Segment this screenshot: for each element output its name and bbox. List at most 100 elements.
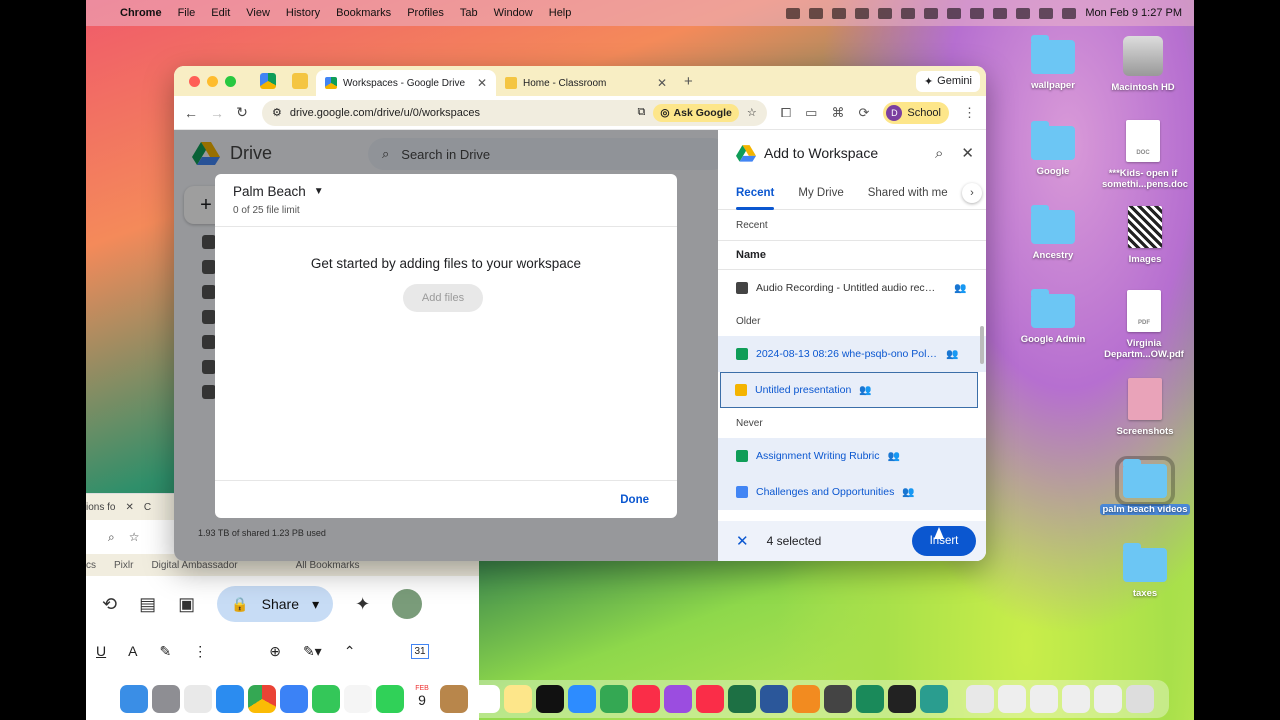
bookmark-star-icon[interactable]: ☆ xyxy=(129,530,140,544)
reading-mode-icon[interactable]: ▭ xyxy=(805,105,817,121)
tab-shared-with-me[interactable]: Shared with me xyxy=(868,187,948,199)
chevron-down-icon[interactable]: ▾ xyxy=(312,596,319,613)
clear-selection-icon[interactable]: ✕ xyxy=(736,532,749,550)
install-app-icon[interactable]: ⧉ xyxy=(637,106,645,119)
zoom-window-button[interactable] xyxy=(225,75,236,87)
menu-tab[interactable]: Tab xyxy=(452,7,486,19)
volume-icon[interactable] xyxy=(901,7,916,19)
notes-icon[interactable] xyxy=(504,685,532,713)
recent-chrome-app-icon[interactable] xyxy=(1062,685,1090,713)
add-files-button[interactable]: Add files xyxy=(403,284,483,312)
tab-workspaces[interactable]: Workspaces - Google Drive ✕ xyxy=(316,70,496,96)
menu-file[interactable]: File xyxy=(170,7,204,19)
close-icon[interactable]: ✕ xyxy=(657,76,667,90)
tab-my-drive[interactable]: My Drive xyxy=(798,187,843,199)
focus-moon-icon[interactable] xyxy=(924,7,939,19)
trash-icon[interactable] xyxy=(1126,685,1154,713)
facetime-icon[interactable] xyxy=(376,685,404,713)
meet-icon[interactable]: ▣ xyxy=(178,594,195,615)
close-window-button[interactable] xyxy=(189,75,200,87)
screen-mirror-icon[interactable] xyxy=(878,7,893,19)
gemini-button[interactable]: ✦ Gemini xyxy=(915,70,980,92)
minimize-window-button[interactable] xyxy=(207,75,218,87)
screen-app-icon[interactable] xyxy=(920,685,948,713)
tab-classroom[interactable]: Home - Classroom ✕ xyxy=(496,70,676,96)
bookmark-pixlr[interactable]: Pixlr xyxy=(114,560,133,571)
edit-mode-icon[interactable]: ✎▾ xyxy=(303,643,322,660)
desktop-folder-google[interactable]: Google xyxy=(1018,121,1088,177)
photos-icon[interactable] xyxy=(344,685,372,713)
text-color-icon[interactable]: A xyxy=(128,643,137,659)
url-text[interactable]: drive.google.com/drive/u/0/workspaces xyxy=(290,107,630,119)
back-icon[interactable]: ← xyxy=(184,105,198,121)
underline-icon[interactable]: U xyxy=(96,643,106,659)
menubar-clock[interactable]: Mon Feb 9 1:27 PM xyxy=(1085,7,1182,19)
menu-window[interactable]: Window xyxy=(486,7,541,19)
spotlight-icon[interactable] xyxy=(1016,7,1031,19)
sync-icon[interactable]: ⟳ xyxy=(858,105,869,121)
battery-icon[interactable] xyxy=(970,7,985,19)
menu-history[interactable]: History xyxy=(278,7,328,19)
finder-icon[interactable] xyxy=(120,685,148,713)
desktop-file-kids-doc[interactable]: DOC ***Kids- open if somethi...pens.doc xyxy=(1102,120,1188,190)
chevron-right-icon[interactable]: › xyxy=(962,183,982,203)
desktop-file-virginia-pdf[interactable]: PDF Virginia Departm...OW.pdf xyxy=(1102,290,1186,360)
close-icon[interactable]: ✕ xyxy=(477,76,487,90)
recent-chrome-app-icon[interactable] xyxy=(1094,685,1122,713)
site-info-icon[interactable]: ⚙ xyxy=(272,106,282,119)
desktop-disk-macintosh-hd[interactable]: Macintosh HD xyxy=(1108,36,1178,93)
workspace-name-dropdown[interactable]: Palm Beach ▼ xyxy=(233,184,324,199)
search-icon[interactable]: ⌕ xyxy=(935,145,943,162)
bookmark-item[interactable]: cs xyxy=(86,560,96,571)
profile-button[interactable]: D School xyxy=(883,101,949,124)
pinned-tab-classroom-icon[interactable] xyxy=(292,73,308,89)
menu-view[interactable]: View xyxy=(238,7,278,19)
desktop-folder-google-admin[interactable]: Google Admin xyxy=(1018,289,1088,345)
bookmark-digital-ambassador[interactable]: Digital Ambassador xyxy=(151,560,237,571)
new-tab-icon[interactable]: + xyxy=(684,73,693,90)
file-row[interactable]: Assignment Writing Rubric 👥 xyxy=(718,438,986,474)
zoom-icon[interactable] xyxy=(568,685,596,713)
reload-icon[interactable]: ↻ xyxy=(236,104,248,121)
music-icon[interactable] xyxy=(632,685,660,713)
gemini-status-icon[interactable] xyxy=(809,7,824,19)
more-icon[interactable]: ⋮ xyxy=(963,105,976,121)
utility-app-icon[interactable] xyxy=(888,685,916,713)
history-icon[interactable]: ⟲ xyxy=(102,594,117,615)
calendar-icon[interactable]: FEB 9 xyxy=(408,685,436,713)
news-icon[interactable] xyxy=(696,685,724,713)
safari-icon[interactable] xyxy=(216,685,244,713)
close-icon[interactable]: ✕ xyxy=(961,144,974,162)
chevron-up-icon[interactable]: ⌃ xyxy=(344,643,356,660)
highlight-icon[interactable]: ✎ xyxy=(159,643,171,660)
recent-chrome-app-icon[interactable] xyxy=(1030,685,1058,713)
close-icon[interactable]: ✕ xyxy=(125,502,133,513)
file-row[interactable]: Untitled presentation 👥 xyxy=(720,372,978,408)
desktop-folder-palm-beach-videos[interactable]: palm beach videos xyxy=(1100,456,1190,515)
reminders-icon[interactable] xyxy=(472,685,500,713)
cast-icon[interactable]: ⌘ xyxy=(831,105,844,121)
forward-icon[interactable]: → xyxy=(210,105,224,121)
share-button[interactable]: 🔒 Share ▾ xyxy=(217,586,334,622)
desktop-folder-screenshots[interactable]: Screenshots xyxy=(1110,378,1180,437)
chrome-icon[interactable] xyxy=(248,685,276,713)
calculator-icon[interactable] xyxy=(824,685,852,713)
address-bar[interactable]: ⚙ drive.google.com/drive/u/0/workspaces … xyxy=(262,99,767,126)
add-icon[interactable]: ⊕ xyxy=(269,643,281,660)
desktop-folder-taxes[interactable]: taxes xyxy=(1110,543,1180,599)
done-button[interactable]: Done xyxy=(620,494,649,506)
mail-icon[interactable] xyxy=(280,685,308,713)
file-row[interactable]: Audio Recording - Untitled audio recordi… xyxy=(718,270,986,306)
calendar-icon[interactable]: 31 xyxy=(411,643,429,659)
word-icon[interactable] xyxy=(760,685,788,713)
desktop-folder-ancestry[interactable]: Ancestry xyxy=(1018,205,1088,261)
recent-chrome-app-icon[interactable] xyxy=(998,685,1026,713)
messages-icon[interactable] xyxy=(312,685,340,713)
wifi-app-icon[interactable] xyxy=(856,685,884,713)
control-center-icon[interactable] xyxy=(1039,7,1054,19)
ask-google-button[interactable]: ◎ Ask Google xyxy=(653,103,739,122)
pinned-tab-drive-icon[interactable] xyxy=(260,73,276,89)
excel-icon[interactable] xyxy=(728,685,756,713)
more-icon[interactable]: ⋮ xyxy=(193,643,207,660)
desktop-folder-wallpaper[interactable]: wallpaper xyxy=(1018,35,1088,91)
